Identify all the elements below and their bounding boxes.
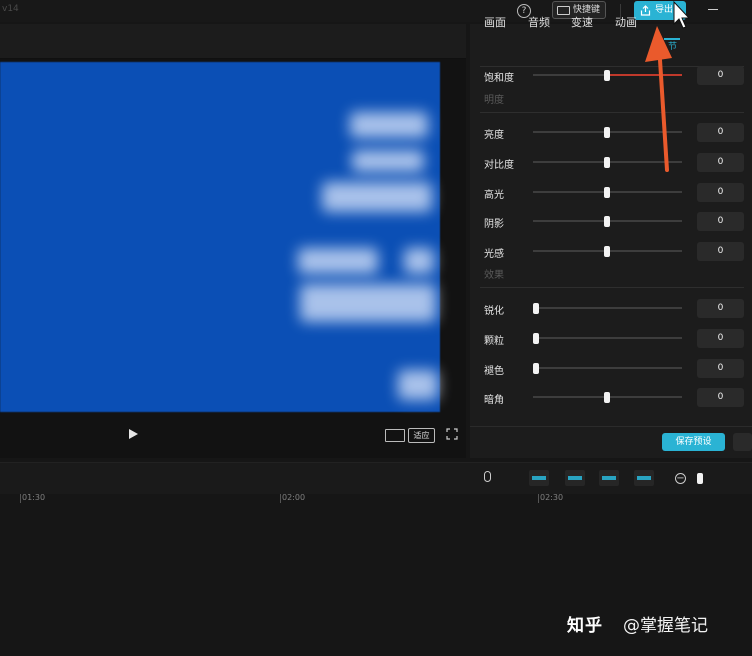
adjust-value-input[interactable]: 0 xyxy=(697,388,744,407)
adjust-slider-knob[interactable] xyxy=(604,157,610,168)
section-divider xyxy=(480,112,744,113)
tick-label: 01:30 xyxy=(22,493,46,502)
adjust-value-input[interactable]: 0 xyxy=(697,329,744,348)
section-divider xyxy=(480,287,744,288)
tick-mark xyxy=(280,494,281,503)
timeline-tool-button-4[interactable] xyxy=(634,470,654,486)
tick-label: 02:30 xyxy=(540,493,564,502)
preview-header xyxy=(0,24,466,59)
blurred-text xyxy=(300,284,436,322)
tick-mark xyxy=(538,494,539,503)
fullscreen-icon[interactable] xyxy=(446,428,458,440)
property-tabs xyxy=(470,24,752,64)
panel-footer-divider xyxy=(470,426,752,427)
blurred-text xyxy=(404,248,434,274)
blurred-text xyxy=(298,248,378,274)
adjust-slider-knob[interactable] xyxy=(604,216,610,227)
minimize-button[interactable] xyxy=(708,9,718,10)
waveform-icon[interactable] xyxy=(385,429,405,442)
timeline-tool-button-1[interactable] xyxy=(529,470,549,486)
timeline-ruler xyxy=(0,494,752,508)
more-button[interactable] xyxy=(733,433,752,451)
watermark-author: @掌握笔记 xyxy=(623,616,708,636)
blurred-text xyxy=(322,182,432,212)
section-brightness: 明度 xyxy=(484,95,504,106)
tick-label: 02:00 xyxy=(282,493,306,502)
adjust-slider-knob[interactable] xyxy=(533,333,539,344)
timeline-tool-button-3[interactable] xyxy=(599,470,619,486)
adjust-value-input[interactable]: 0 xyxy=(697,153,744,172)
adjust-value-input[interactable]: 0 xyxy=(697,66,744,85)
app-version: v14 xyxy=(2,4,19,14)
adjust-slider-knob[interactable] xyxy=(604,70,610,81)
zoom-out-icon[interactable]: − xyxy=(675,473,686,484)
keyboard-icon xyxy=(557,5,570,15)
timeline-tool-button-2[interactable] xyxy=(565,470,585,486)
adjust-label: 颗粒 xyxy=(484,336,504,347)
export-button[interactable]: 导出 xyxy=(634,1,686,20)
blurred-text xyxy=(350,112,428,138)
tab-animation[interactable]: 动画 xyxy=(615,14,637,30)
adjust-label: 高光 xyxy=(484,190,504,201)
adjust-label: 暗角 xyxy=(484,395,504,406)
adjust-slider-track[interactable] xyxy=(533,367,682,369)
adjust-label: 阴影 xyxy=(484,219,504,230)
video-preview[interactable] xyxy=(0,62,440,412)
export-icon xyxy=(640,5,651,16)
blurred-text xyxy=(352,150,424,172)
adjust-slider-track[interactable] xyxy=(533,337,682,339)
tick-mark xyxy=(20,494,21,503)
adjust-label: 饱和度 xyxy=(484,73,514,84)
watermark-site: 知乎 xyxy=(567,616,603,636)
adjust-label: 锐化 xyxy=(484,306,504,317)
adjust-slider-knob[interactable] xyxy=(604,187,610,198)
adjust-slider-knob[interactable] xyxy=(533,363,539,374)
adjust-value-input[interactable]: 0 xyxy=(697,242,744,261)
adjust-slider-knob[interactable] xyxy=(604,246,610,257)
adjust-label: 对比度 xyxy=(484,160,514,171)
play-icon[interactable] xyxy=(129,429,138,439)
adjust-value-input[interactable]: 0 xyxy=(697,123,744,142)
save-preset-button[interactable]: 保存预设 xyxy=(662,433,725,451)
zoom-slider-knob[interactable] xyxy=(697,473,703,484)
adjust-value-input[interactable]: 0 xyxy=(697,212,744,231)
adjust-value-input[interactable]: 0 xyxy=(697,299,744,318)
export-label: 导出 xyxy=(655,5,674,15)
section-effects: 效果 xyxy=(484,270,504,281)
fit-button[interactable]: 适应 xyxy=(408,428,435,443)
adjust-label: 褪色 xyxy=(484,366,504,377)
adjust-label: 亮度 xyxy=(484,130,504,141)
tab-picture[interactable]: 画面 xyxy=(484,14,506,30)
active-tab-indicator xyxy=(664,38,680,40)
adjust-value-input[interactable]: 0 xyxy=(697,183,744,202)
tab-audio[interactable]: 音频 xyxy=(528,14,550,30)
microphone-icon[interactable] xyxy=(484,471,491,482)
tab-adjust-partial[interactable]: 节 xyxy=(668,39,677,52)
adjust-slider-knob[interactable] xyxy=(533,303,539,314)
adjust-label: 光感 xyxy=(484,249,504,260)
adjust-value-input[interactable]: 0 xyxy=(697,359,744,378)
blurred-logo xyxy=(398,370,438,400)
adjust-slider-knob[interactable] xyxy=(604,127,610,138)
adjust-slider-knob[interactable] xyxy=(604,392,610,403)
adjust-slider-track[interactable] xyxy=(533,307,682,309)
tab-speed[interactable]: 变速 xyxy=(571,14,593,30)
